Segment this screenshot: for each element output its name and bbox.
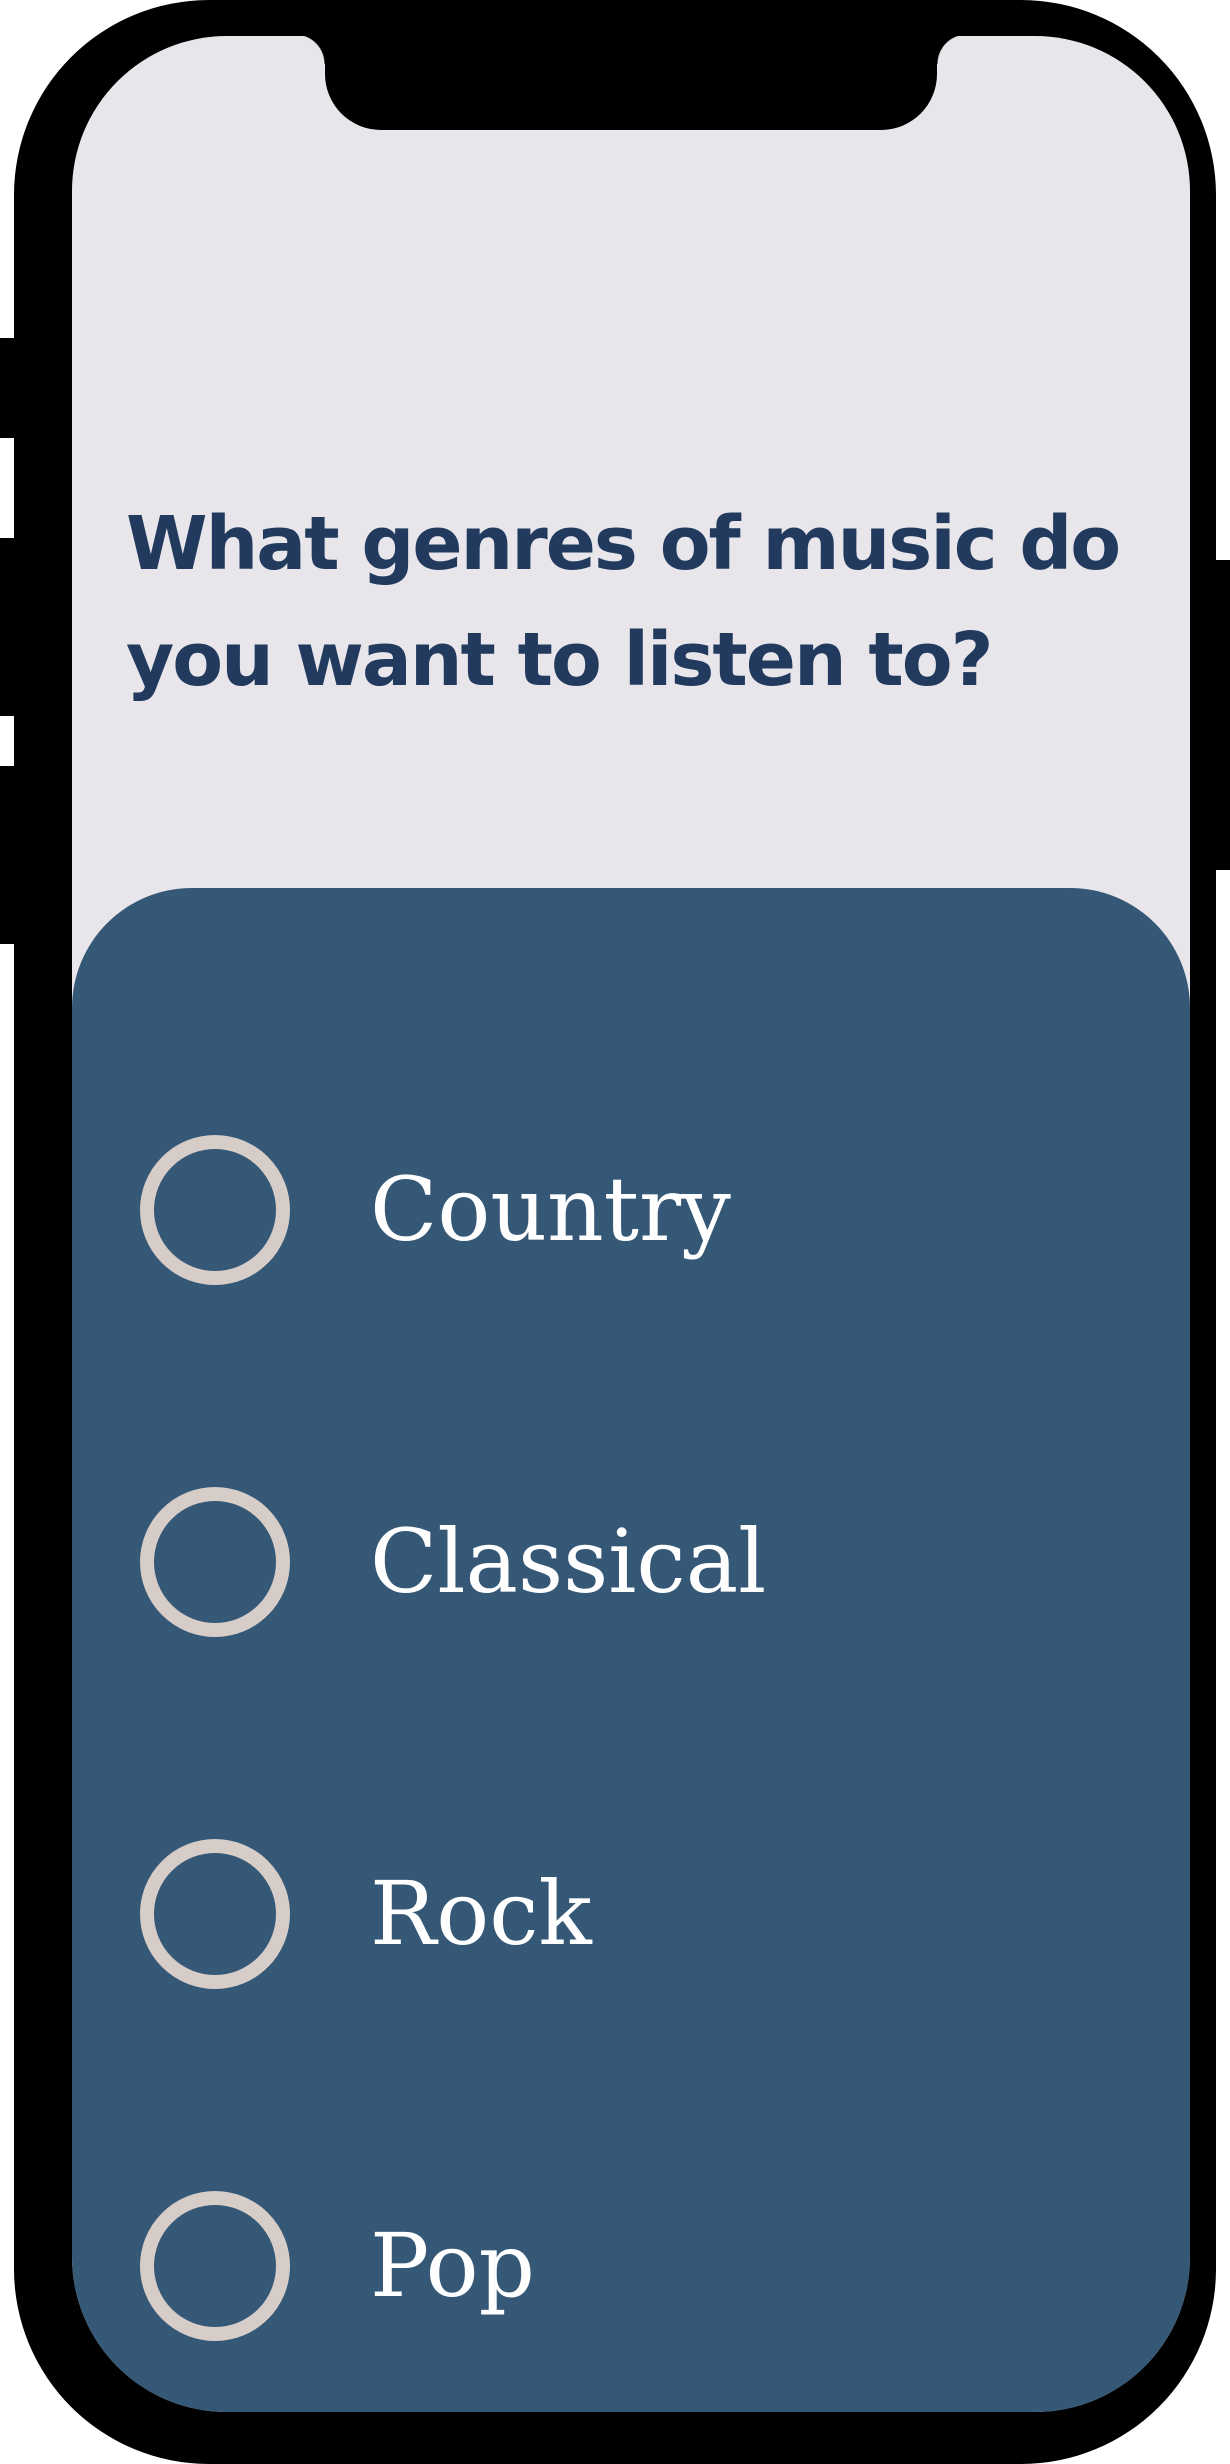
option-classical[interactable]: Classical: [140, 1487, 766, 1637]
option-label: Classical: [370, 1510, 767, 1613]
radio-unselected-icon[interactable]: [140, 1487, 290, 1637]
radio-unselected-icon[interactable]: [140, 1135, 290, 1285]
phone-frame: What genres of music do you want to list…: [14, 0, 1216, 2464]
question-heading: What genres of music do you want to list…: [126, 501, 1121, 703]
option-country[interactable]: Country: [140, 1135, 731, 1285]
radio-unselected-icon[interactable]: [140, 1839, 290, 1989]
radio-unselected-icon[interactable]: [140, 2191, 290, 2341]
option-label: Rock: [370, 1862, 592, 1965]
phone-screen: What genres of music do you want to list…: [72, 36, 1190, 2412]
option-pop[interactable]: Pop: [140, 2191, 535, 2341]
options-panel: Country Classical Rock Pop: [72, 888, 1190, 2412]
phone-notch: [295, 36, 967, 130]
option-label: Country: [370, 1158, 731, 1261]
option-rock[interactable]: Rock: [140, 1839, 592, 1989]
option-label: Pop: [370, 2214, 535, 2317]
